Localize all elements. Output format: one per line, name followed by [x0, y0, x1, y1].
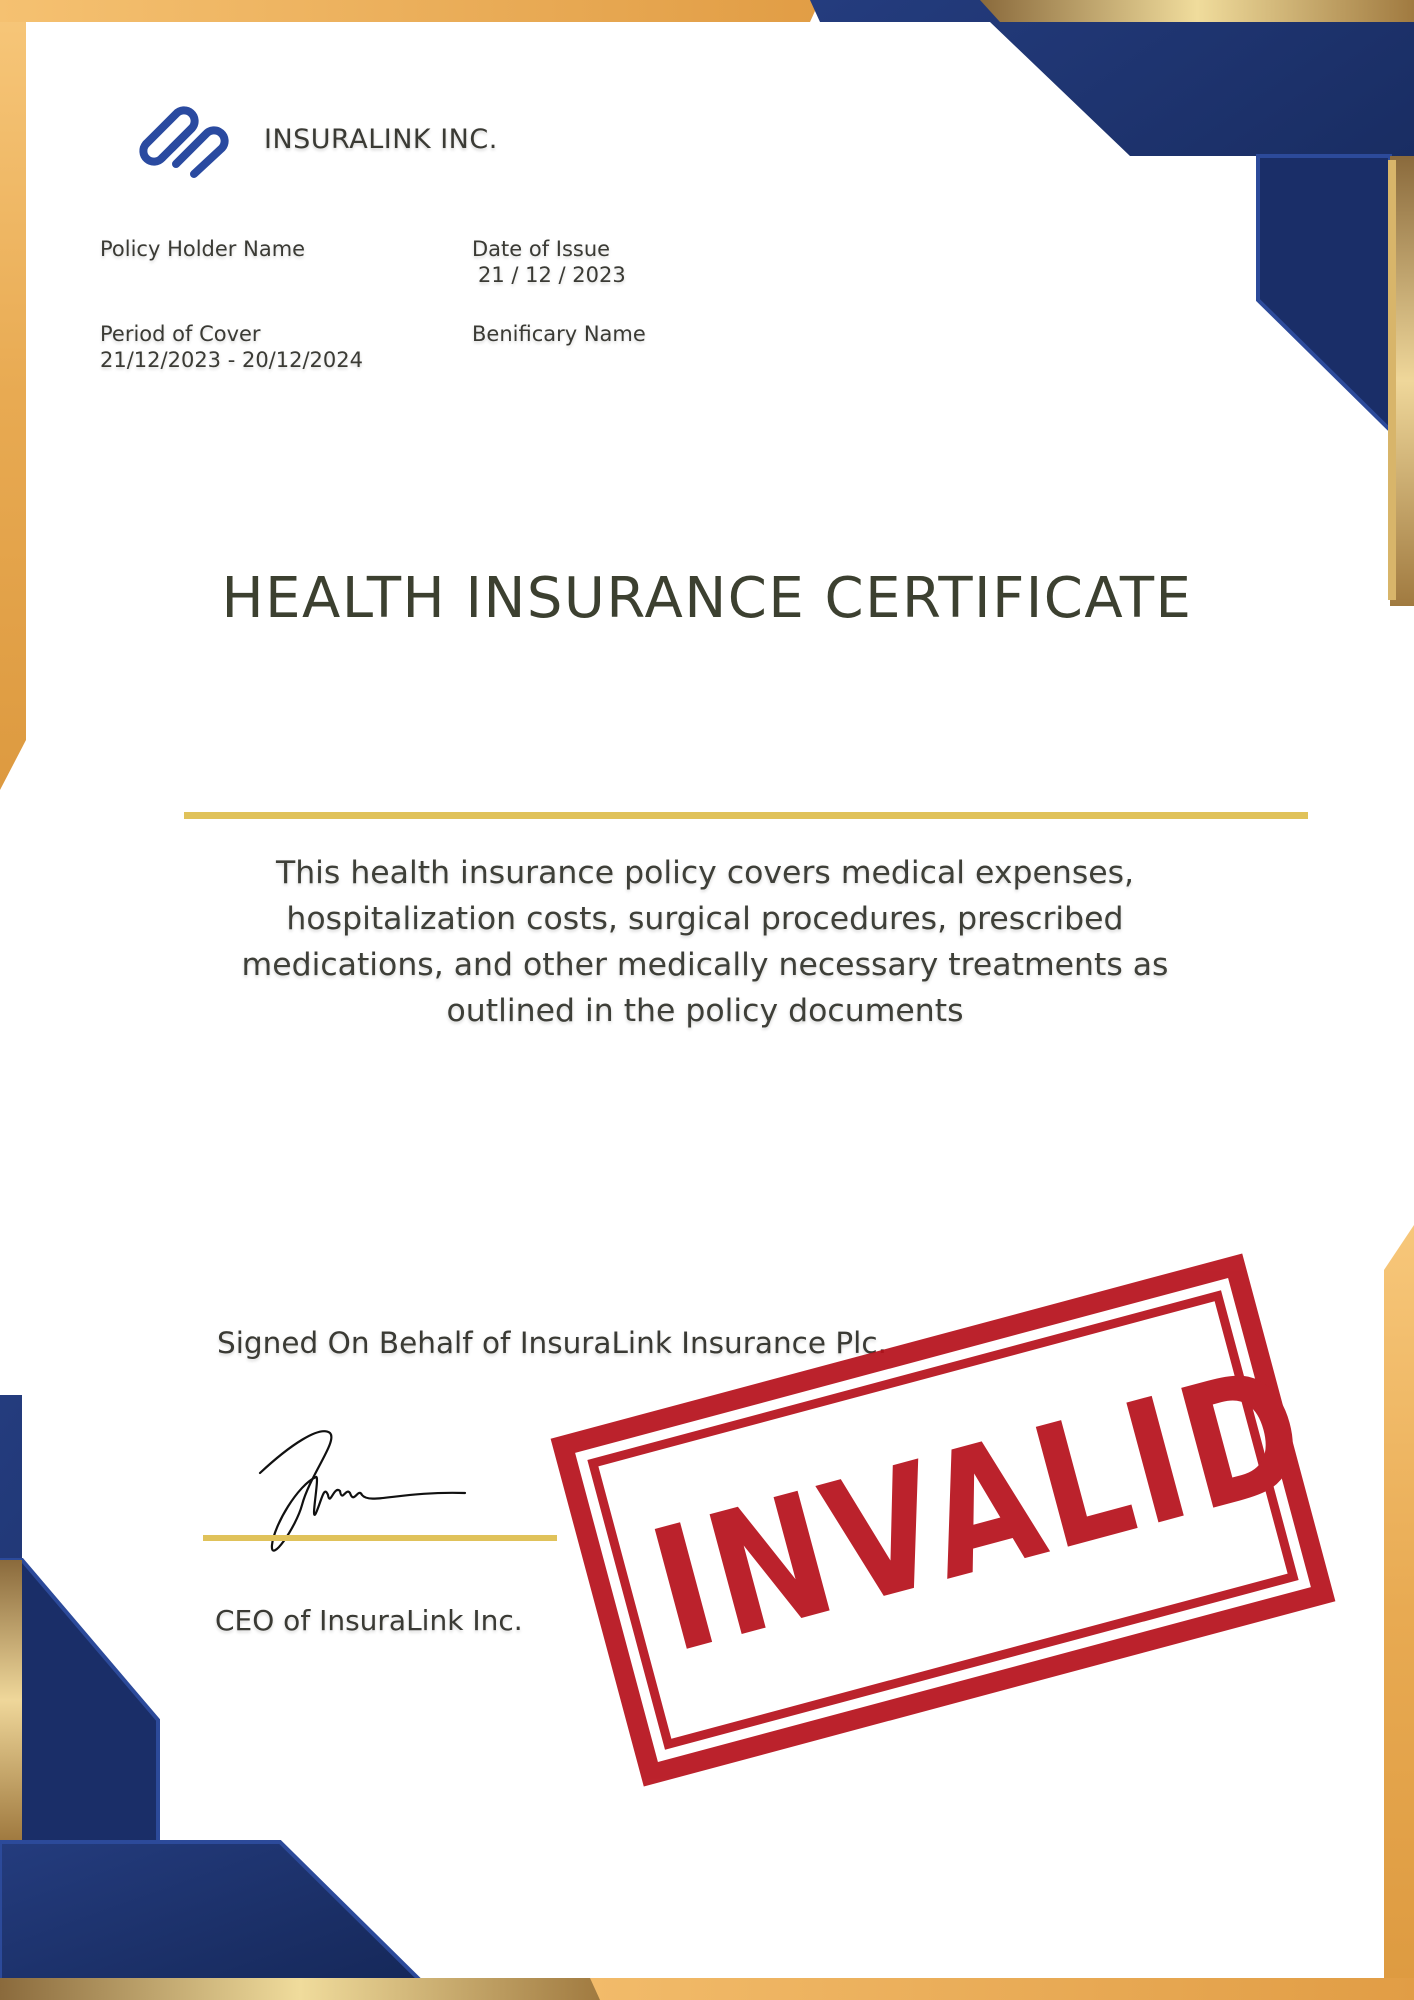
- policy-holder-label: Policy Holder Name: [100, 237, 306, 261]
- company-logo: [139, 106, 229, 178]
- period-of-cover-label: Period of Cover: [100, 322, 261, 346]
- beneficiary-label: Benificary Name: [472, 322, 646, 346]
- signed-on-behalf-text: Signed On Behalf of InsuraLink Insurance…: [217, 1326, 887, 1360]
- period-of-cover-value: 21/12/2023 - 20/12/2024: [100, 348, 364, 372]
- company-name: INSURALINK INC.: [264, 124, 498, 155]
- certificate-title: HEALTH INSURANCE CERTIFICATE: [221, 566, 1193, 631]
- ceo-title: CEO of InsuraLink Inc.: [215, 1604, 523, 1637]
- signature-line: [203, 1535, 557, 1541]
- beneficiary-field: Benificary Name: [472, 321, 646, 347]
- title-divider: [184, 812, 1308, 819]
- policy-holder-field: Policy Holder Name: [100, 236, 305, 262]
- certificate-description: This health insurance policy covers medi…: [241, 855, 1169, 1029]
- ceo-signature: [258, 1430, 467, 1552]
- date-of-issue-field: Date of Issue 21 / 12 / 2023: [472, 236, 626, 288]
- date-of-issue-value: 21 / 12 / 2023: [478, 263, 626, 287]
- period-of-cover-field: Period of Cover 21/12/2023 - 20/12/2024: [100, 321, 363, 373]
- date-of-issue-label: Date of Issue: [472, 237, 611, 261]
